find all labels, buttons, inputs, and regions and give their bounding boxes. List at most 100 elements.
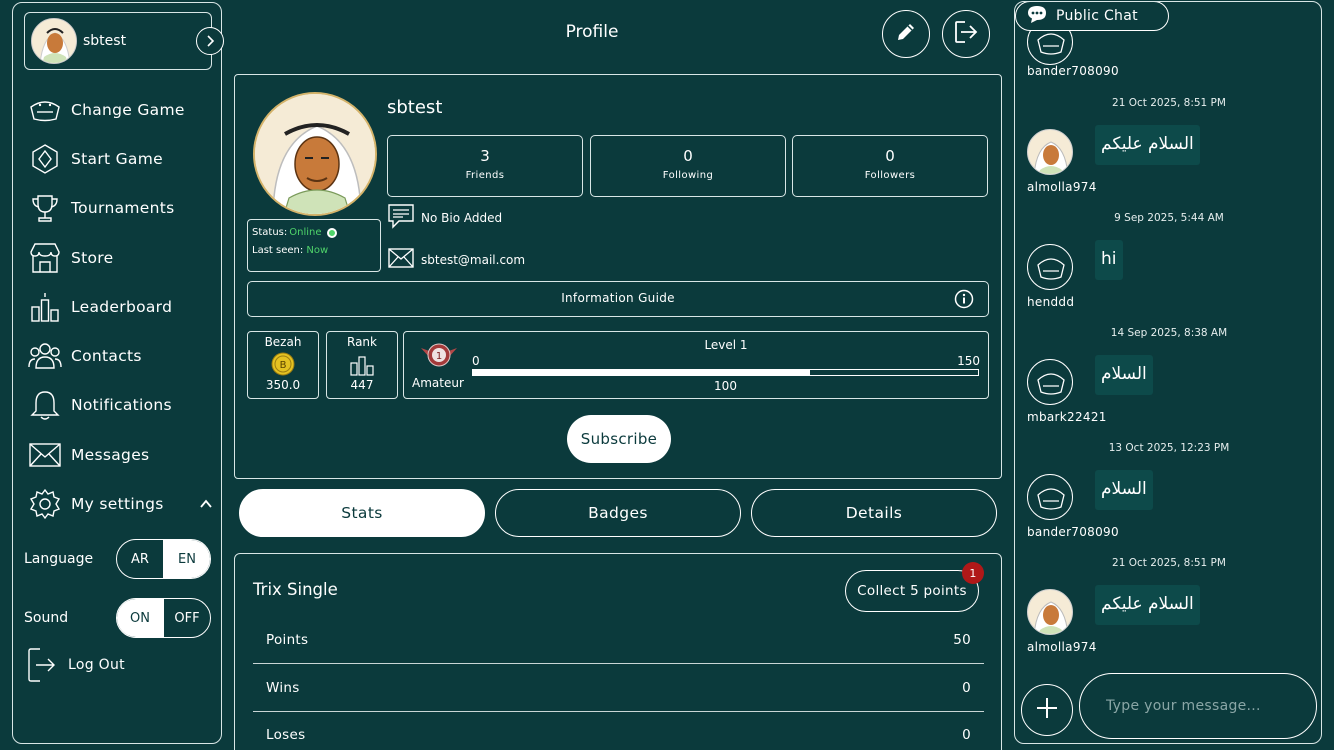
- collect-points-label: Collect 5 points: [857, 583, 967, 599]
- sidebar-item-label: Change Game: [71, 101, 185, 119]
- tab-stats[interactable]: Stats: [239, 489, 485, 537]
- chat-avatar[interactable]: [1027, 129, 1073, 175]
- chat-username[interactable]: bander708090: [1027, 525, 1119, 539]
- friends-label: Friends: [465, 170, 505, 181]
- language-option-en[interactable]: EN: [163, 540, 210, 578]
- chat-timestamp: 21 Oct 2025, 8:51 PM: [1112, 557, 1226, 569]
- information-guide-button[interactable]: Information Guide: [247, 281, 989, 317]
- following-label: Following: [662, 170, 714, 181]
- stat-row-points: Points 50: [253, 617, 984, 664]
- level-min: 0: [472, 354, 480, 368]
- rank-value: 447: [350, 378, 374, 392]
- sidebar-item-change-game[interactable]: Change Game: [27, 93, 185, 127]
- logout-label: Log Out: [68, 657, 125, 673]
- chat-message-input[interactable]: [1079, 673, 1317, 739]
- chat-timestamp: 14 Sep 2025, 8:38 AM: [1110, 327, 1228, 339]
- public-chat-panel: Public Chat bander708090 21 Oct 2025, 8:…: [1014, 1, 1322, 744]
- chat-timestamp: 21 Oct 2025, 8:51 PM: [1112, 97, 1226, 109]
- sidebar-item-contacts[interactable]: Contacts: [27, 339, 142, 373]
- stat-key: Loses: [266, 727, 306, 743]
- chat-timestamp: 13 Oct 2025, 12:23 PM: [1108, 442, 1230, 454]
- chat-avatar[interactable]: [1027, 589, 1073, 635]
- language-toggle[interactable]: AR EN: [116, 539, 211, 579]
- level-progress-fill: [473, 370, 810, 375]
- level-current: 100: [714, 379, 737, 393]
- logout-icon: [24, 648, 60, 682]
- edit-profile-button[interactable]: [882, 10, 930, 58]
- sidebar-item-label: Store: [71, 249, 114, 267]
- page-title: Profile: [565, 22, 619, 42]
- sidebar-item-label: Messages: [71, 446, 150, 464]
- level-progress-bar: [472, 369, 979, 376]
- bio-line: No Bio Added: [387, 203, 502, 232]
- store-icon: [27, 241, 63, 275]
- email-line: sbtest@mail.com: [387, 247, 525, 272]
- collect-points-button[interactable]: Collect 5 points 1: [845, 562, 984, 612]
- sidebar-item-tournaments[interactable]: Tournaments: [27, 191, 174, 225]
- sound-toggle[interactable]: ON OFF: [116, 598, 211, 638]
- level-emblem-icon: 1: [420, 340, 458, 373]
- pencil-icon: [894, 20, 918, 48]
- online-dot-icon: [326, 227, 337, 238]
- chat-username[interactable]: almolla974: [1027, 180, 1097, 194]
- stat-value: 50: [953, 632, 971, 648]
- sidebar-item-label: Contacts: [71, 347, 142, 365]
- level-title: Level 1: [704, 338, 748, 352]
- stats-card: Trix Single Collect 5 points 1 Points 50…: [234, 553, 1002, 750]
- public-chat-title: Public Chat: [1056, 8, 1138, 24]
- trix-logo-icon: [27, 93, 63, 127]
- chat-avatar[interactable]: [1027, 474, 1073, 520]
- language-option-ar[interactable]: AR: [117, 540, 163, 578]
- sidebar-item-my-settings[interactable]: My settings: [27, 487, 213, 521]
- svg-text:B: B: [280, 360, 287, 371]
- game-cards-icon: [27, 142, 63, 176]
- info-icon: [954, 289, 974, 322]
- sound-option-on[interactable]: ON: [117, 599, 163, 637]
- chat-username[interactable]: bander708090: [1027, 64, 1119, 78]
- stat-row-wins: Wins 0: [253, 665, 984, 712]
- sidebar-item-notifications[interactable]: Notifications: [27, 388, 172, 422]
- chat-avatar[interactable]: [1027, 359, 1073, 405]
- bezah-value: 350.0: [265, 378, 301, 392]
- chat-username[interactable]: almolla974: [1027, 640, 1097, 654]
- status-value: Online: [289, 227, 322, 238]
- chevron-up-icon[interactable]: [199, 496, 213, 515]
- sidebar-item-messages[interactable]: Messages: [27, 438, 149, 472]
- user-card[interactable]: sbtest: [24, 12, 224, 70]
- profile-name: sbtest: [387, 97, 443, 118]
- chat-timestamp: 9 Sep 2025, 5:44 AM: [1114, 212, 1224, 224]
- chat-username[interactable]: henddd: [1027, 295, 1074, 309]
- level-box: 1 Amateur Level 1 0 150 100: [403, 331, 989, 399]
- plus-icon: [1035, 696, 1059, 724]
- stat-value: 0: [962, 727, 971, 743]
- chat-bubble-icon: [1026, 4, 1048, 28]
- subscribe-button[interactable]: Subscribe: [567, 415, 671, 463]
- sidebar-item-store[interactable]: Store: [27, 241, 113, 275]
- sound-toggle-row: Sound ON OFF: [24, 598, 214, 638]
- level-max: 150: [957, 354, 980, 368]
- logout-button[interactable]: Log Out: [24, 648, 125, 682]
- public-chat-header[interactable]: Public Chat: [1015, 2, 1169, 31]
- chat-avatar[interactable]: [1027, 244, 1073, 290]
- profile-card: sbtest 3 Friends 0 Following 0 Followers…: [234, 74, 1002, 479]
- notification-badge: 1: [962, 562, 984, 584]
- stat-key: Points: [266, 632, 309, 648]
- status-label: Status:: [252, 227, 288, 238]
- attach-button[interactable]: [1021, 684, 1073, 736]
- sound-option-off[interactable]: OFF: [163, 599, 210, 637]
- chat-username[interactable]: mbark22421: [1027, 410, 1107, 424]
- sidebar-item-leaderboard[interactable]: Leaderboard: [27, 290, 172, 324]
- following-stat[interactable]: 0 Following: [590, 135, 786, 197]
- chevron-right-icon[interactable]: [196, 27, 224, 55]
- profile-avatar: [253, 92, 377, 216]
- leaderboard-icon: [349, 352, 375, 376]
- chat-message-bubble: السلام: [1095, 470, 1153, 510]
- logout-header-button[interactable]: [942, 10, 990, 58]
- sidebar-item-start-game[interactable]: Start Game: [27, 142, 163, 176]
- stats-title: Trix Single: [253, 580, 338, 599]
- tab-details[interactable]: Details: [751, 489, 997, 537]
- friends-stat[interactable]: 3 Friends: [387, 135, 583, 197]
- tab-badges[interactable]: Badges: [495, 489, 741, 537]
- leaderboard-icon: [27, 290, 63, 324]
- followers-stat[interactable]: 0 Followers: [792, 135, 988, 197]
